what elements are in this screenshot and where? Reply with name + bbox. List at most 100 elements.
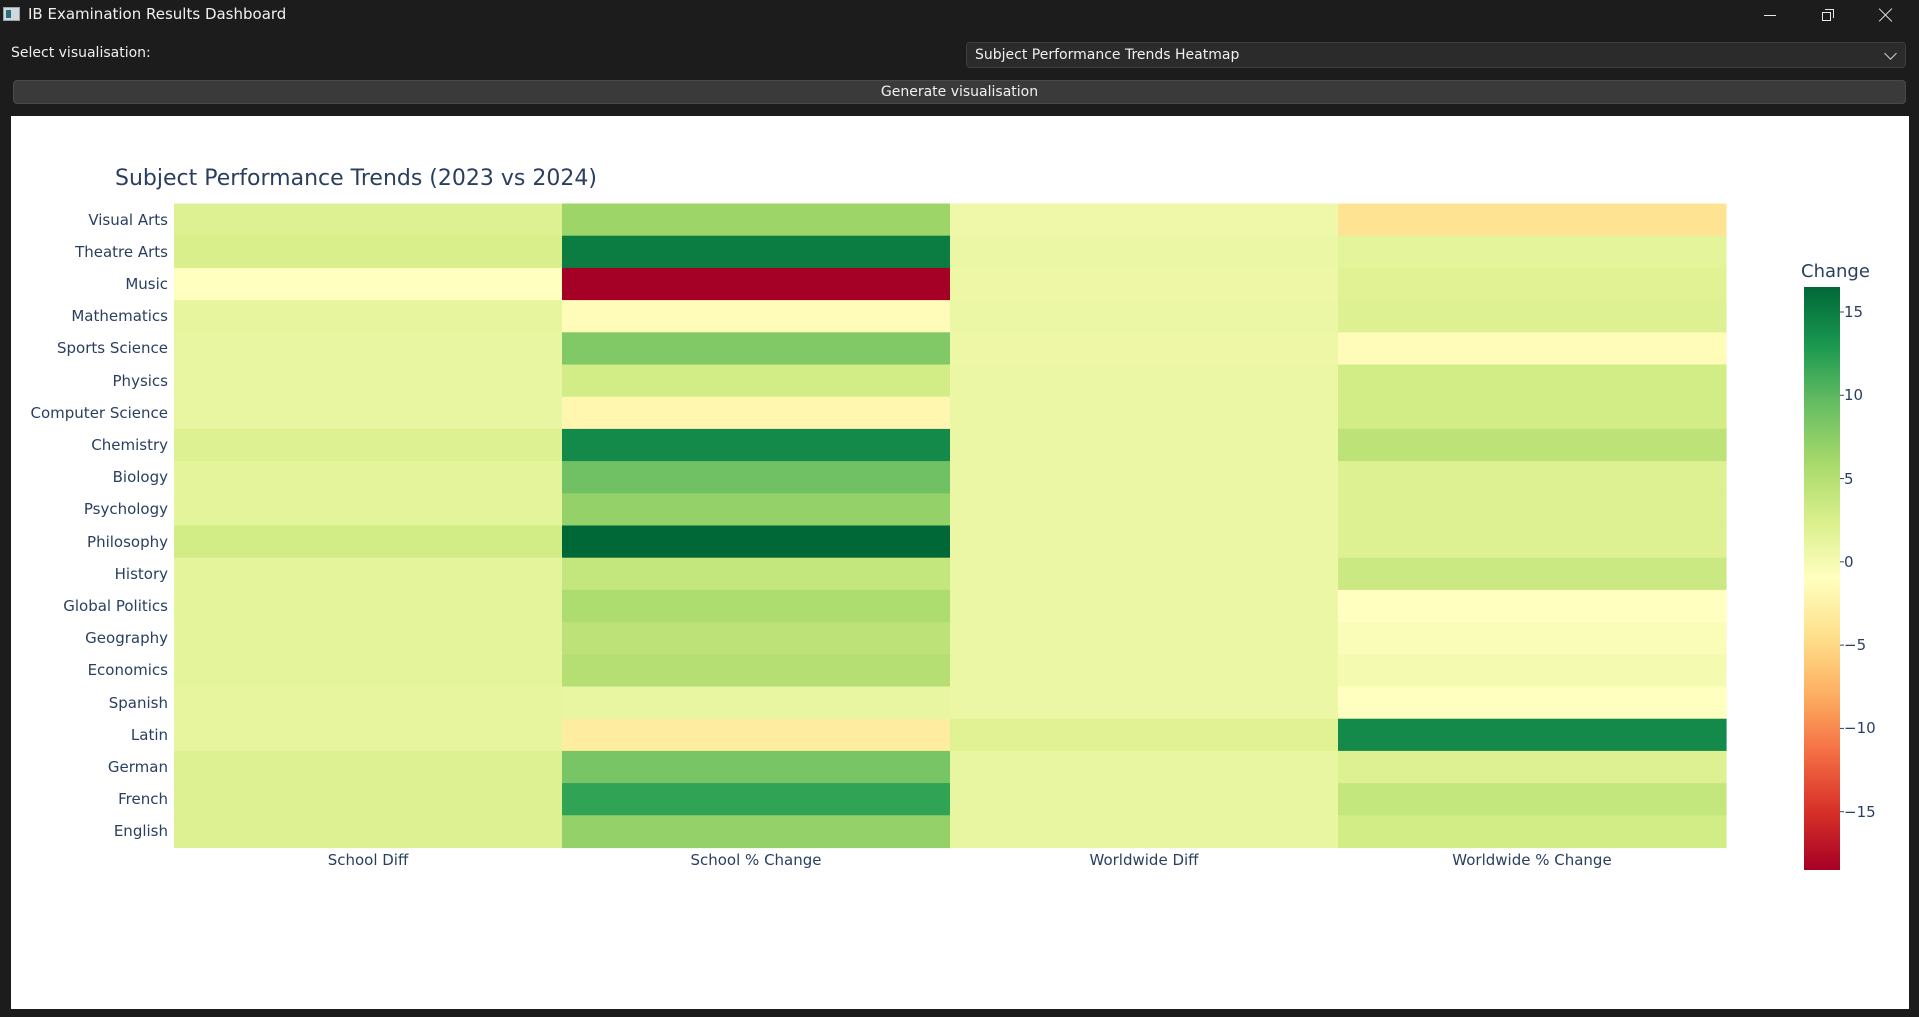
heatmap-cell: [950, 235, 1339, 269]
heatmap-cell: [174, 718, 563, 752]
heatmap-cell: [1338, 783, 1727, 816]
heatmap-cell: [562, 203, 951, 237]
window-title: IB Examination Results Dashboard: [28, 5, 287, 23]
heatmap-cell: [950, 300, 1339, 333]
heatmap-cell: [562, 654, 951, 688]
heatmap-cell: [1338, 493, 1727, 527]
y-tick-label: Latin: [130, 725, 168, 744]
heatmap-cell: [1338, 654, 1727, 688]
heatmap-cell: [174, 364, 563, 398]
y-tick-label: Geography: [85, 629, 168, 648]
plot-area: Subject Performance Trends (2023 vs 2024…: [11, 116, 1909, 1009]
heatmap-cell: [562, 557, 951, 591]
y-tick-label: Philosophy: [87, 532, 168, 551]
heatmap-cell: [950, 461, 1339, 494]
heatmap-cell: [1338, 525, 1727, 559]
heatmap-cell: [562, 783, 951, 816]
heatmap-cell: [1338, 461, 1727, 494]
heatmap-cell: [950, 783, 1339, 816]
heatmap-cell: [174, 428, 563, 462]
heatmap-cell: [1338, 718, 1727, 752]
heatmap-cell: [562, 267, 951, 301]
close-icon: [1879, 8, 1893, 22]
heatmap-cell: [174, 493, 563, 527]
heatmap-cell: [562, 718, 951, 752]
heatmap-cell: [562, 622, 951, 655]
y-tick-label: German: [107, 758, 168, 776]
heatmap-cell: [1338, 686, 1727, 720]
heatmap-cell: [562, 461, 951, 494]
heatmap-cell: [950, 622, 1339, 655]
title-bar: IB Examination Results Dashboard: [0, 0, 1919, 30]
x-tick-label: Worldwide Diff: [1089, 850, 1199, 869]
heatmap-cell: [174, 396, 563, 430]
restore-button[interactable]: [1800, 0, 1856, 30]
heatmap-cell: [950, 557, 1339, 591]
heatmap-cell: [1338, 622, 1727, 655]
colorbar-tick-label: 15: [1844, 302, 1864, 321]
heatmap-cell: [950, 396, 1339, 430]
heatmap-cell: [174, 300, 563, 333]
heatmap-cell: [950, 493, 1339, 527]
heatmap-cell: [562, 300, 951, 333]
y-tick-label: Economics: [87, 661, 168, 680]
heatmap-cell: [562, 332, 951, 366]
heatmap-cell: [562, 750, 951, 784]
heatmap-cell: [174, 203, 563, 237]
heatmap-cell: [1338, 235, 1727, 269]
heatmap-cell: [174, 332, 563, 366]
heatmap-cell: [562, 493, 951, 527]
heatmap-cell: [1338, 267, 1727, 301]
app-icon: [3, 7, 20, 21]
heatmap-cell: [950, 686, 1339, 720]
minimize-button[interactable]: [1742, 0, 1798, 30]
heatmap-cell: [1338, 332, 1727, 366]
visualisation-select-value: Subject Performance Trends Heatmap: [975, 47, 1240, 63]
heatmap-cell: [562, 428, 951, 462]
heatmap-cell: [1338, 815, 1727, 849]
heatmap-cell: [174, 686, 563, 720]
heatmap-cell: [950, 364, 1339, 398]
visualisation-select[interactable]: Subject Performance Trends Heatmap: [966, 42, 1906, 68]
heatmap-cell: [1338, 428, 1727, 462]
heatmap-cell: [174, 750, 563, 784]
heatmap-cell: [174, 267, 563, 301]
colorbar-tick-label: 10: [1844, 386, 1864, 405]
colorbar-tick-label: 0: [1844, 552, 1854, 571]
heatmap-cell: [1338, 300, 1727, 333]
heatmap-cell: [1338, 203, 1727, 237]
y-tick-label: Sports Science: [57, 339, 168, 358]
heatmap-cell: [1338, 750, 1727, 784]
x-tick-label: School % Change: [690, 850, 822, 869]
y-tick-label: Spanish: [108, 693, 168, 712]
heatmap-cell: [562, 235, 951, 269]
x-tick-label: Worldwide % Change: [1452, 850, 1612, 869]
restore-icon: [1822, 9, 1834, 21]
heatmap-cell: [950, 815, 1339, 849]
heatmap-cell: [562, 525, 951, 559]
colorbar-tick-label: −10: [1844, 719, 1876, 738]
x-tick-label: School Diff: [327, 850, 409, 869]
y-tick-label: Mathematics: [71, 307, 168, 326]
heatmap-cell: [950, 203, 1339, 237]
y-tick-label: Psychology: [83, 500, 168, 519]
colorbar: [1804, 287, 1840, 870]
heatmap-cell: [562, 815, 951, 849]
heatmap-cell: [174, 654, 563, 688]
close-button[interactable]: [1858, 0, 1914, 30]
y-tick-label: History: [114, 564, 168, 583]
heatmap-cell: [174, 235, 563, 269]
generate-visualisation-button[interactable]: Generate visualisation: [13, 80, 1906, 104]
y-tick-label: Theatre Arts: [75, 242, 168, 261]
y-tick-label: Music: [125, 275, 168, 293]
heatmap-chart: [174, 203, 1844, 870]
heatmap-cell: [950, 589, 1339, 623]
heatmap-cell: [174, 589, 563, 623]
heatmap-cell: [950, 332, 1339, 366]
y-tick-label: French: [118, 790, 168, 809]
heatmap-cell: [1338, 589, 1727, 623]
y-tick-label: Physics: [112, 371, 168, 390]
heatmap-cell: [950, 428, 1339, 462]
select-visualisation-label: Select visualisation:: [11, 45, 151, 61]
colorbar-title: Change: [1801, 261, 1870, 282]
